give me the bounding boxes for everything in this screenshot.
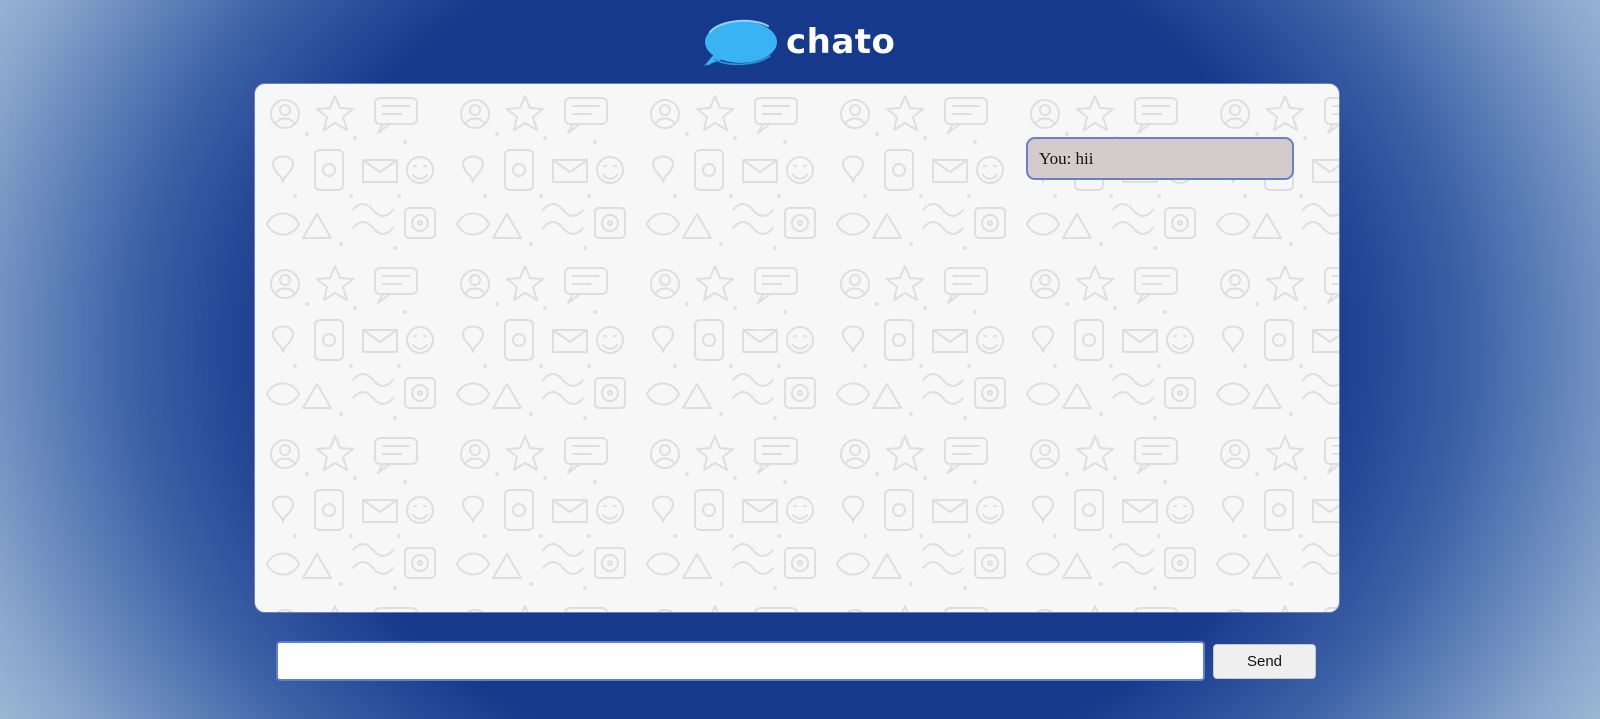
chat-messages-area[interactable]: You: hii — [254, 83, 1340, 613]
brand-logo: chato — [698, 18, 895, 70]
brand-name: chato — [786, 22, 896, 62]
message-bubble: You: hii — [1026, 137, 1294, 180]
header: chato — [0, 0, 1600, 82]
app-root: { "app": { "brand_name": "chato", "brand… — [0, 0, 1600, 719]
send-button[interactable]: Send — [1213, 644, 1316, 679]
message-composer: Send — [276, 641, 1316, 681]
message-input[interactable] — [276, 641, 1205, 681]
speech-bubble-icon — [704, 19, 777, 66]
